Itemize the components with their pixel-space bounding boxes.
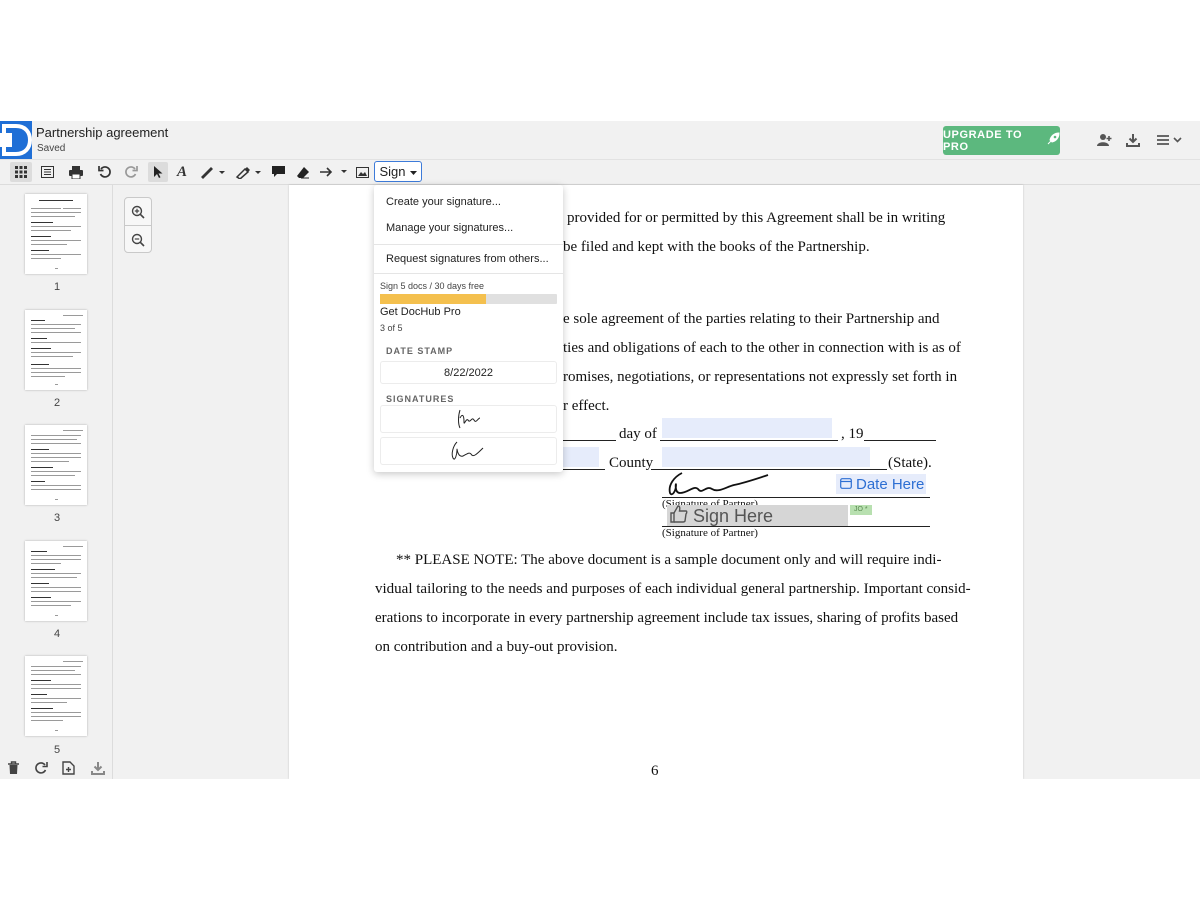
- doc-line: e sole agreement of the parties relating…: [563, 311, 940, 327]
- upgrade-to-pro-button[interactable]: UPGRADE TO PRO: [943, 126, 1060, 155]
- note-line: on contribution and a buy-out provision.: [375, 639, 618, 655]
- get-pro-link[interactable]: Get DocHub Pro: [380, 306, 461, 318]
- zoom-controls: [124, 197, 152, 253]
- arrow-icon[interactable]: [318, 162, 350, 182]
- menu-icon[interactable]: [1155, 131, 1185, 149]
- signatures-heading: SIGNATURES: [386, 394, 455, 404]
- download-icon[interactable]: [1124, 131, 1142, 149]
- toolbar: A Sign: [0, 160, 1200, 185]
- upgrade-label: UPGRADE TO PRO: [943, 128, 1023, 153]
- doc-year-prefix: , 19: [841, 426, 864, 442]
- thumbs-up-icon: [670, 504, 688, 528]
- eraser-icon[interactable]: [294, 162, 312, 182]
- sign-here-label: Sign Here: [693, 505, 774, 526]
- caret-down-icon: [409, 164, 417, 179]
- comment-icon[interactable]: [270, 162, 286, 182]
- page-number-label: 3: [53, 512, 61, 524]
- list-view-icon[interactable]: [38, 162, 56, 182]
- grid-view-icon[interactable]: [10, 162, 32, 182]
- sign-dropdown-menu: Create your signature... Manage your sig…: [374, 185, 563, 472]
- saved-signature-2[interactable]: [380, 437, 557, 465]
- page-number-label: 1: [53, 281, 61, 293]
- add-user-icon[interactable]: [1096, 131, 1114, 149]
- zoom-in-icon[interactable]: [125, 198, 151, 225]
- doc-state: (State).: [888, 455, 932, 471]
- add-page-icon[interactable]: [62, 761, 76, 775]
- header-bar: Partnership agreement Saved UPGRADE TO P…: [0, 121, 1200, 160]
- date-here-field[interactable]: Date Here: [836, 474, 926, 494]
- date-text-field[interactable]: [662, 418, 832, 438]
- document-page-number: 6: [651, 763, 659, 779]
- text-icon[interactable]: A: [174, 162, 190, 182]
- document-title[interactable]: Partnership agreement: [36, 125, 168, 140]
- calendar-icon: [840, 476, 852, 493]
- quota-text: Sign 5 docs / 30 days free: [380, 281, 485, 291]
- quota-progress-bar: [380, 294, 557, 304]
- date-stamp-heading: DATE STAMP: [386, 346, 454, 356]
- redo-icon[interactable]: [122, 162, 140, 182]
- doc-county: County: [609, 455, 654, 471]
- note-line: erations to incorporate in every partner…: [375, 610, 959, 626]
- page-thumbnail-2[interactable]: [25, 310, 87, 390]
- doc-line: romises, negotiations, or representation…: [563, 369, 958, 385]
- image-icon[interactable]: [354, 162, 370, 182]
- doc-line: ties and obligations of each to the othe…: [563, 340, 961, 356]
- save-status: Saved: [37, 143, 66, 154]
- page-number-label: 2: [53, 397, 61, 409]
- date-here-label: Date Here: [856, 475, 925, 493]
- print-icon[interactable]: [66, 162, 86, 182]
- menu-item-create-signature[interactable]: Create your signature...: [386, 196, 501, 208]
- doc-line: be filed and kept with the books of the …: [563, 239, 870, 255]
- app-window: Partnership agreement Saved UPGRADE TO P…: [0, 121, 1200, 779]
- docHub-logo-icon[interactable]: [0, 121, 33, 159]
- pen-icon[interactable]: [198, 162, 228, 182]
- sign-here-field[interactable]: Sign Here: [667, 504, 848, 528]
- quota-progress-fill: [380, 294, 487, 304]
- sign-dropdown-button[interactable]: Sign: [374, 161, 422, 182]
- date-stamp-button[interactable]: 8/22/2022: [380, 361, 557, 384]
- assignee-tag: JO *: [850, 505, 872, 515]
- doc-line: provided for or permitted by this Agreem…: [567, 210, 946, 226]
- menu-item-manage-signatures[interactable]: Manage your signatures...: [386, 222, 513, 234]
- undo-icon[interactable]: [96, 162, 114, 182]
- page-number-label: 5: [53, 744, 61, 756]
- rocket-icon: [1046, 132, 1060, 149]
- sign-label: Sign: [379, 164, 406, 179]
- page-number-label: 4: [53, 628, 61, 640]
- sidebar-footer: [0, 757, 112, 779]
- zoom-out-icon[interactable]: [125, 226, 151, 253]
- signature-of-partner-label: (Signature of Partner): [662, 527, 758, 539]
- date-stamp-value: 8/22/2022: [444, 366, 493, 379]
- state-text-field[interactable]: [662, 447, 870, 467]
- page-thumbnail-1[interactable]: [25, 194, 87, 274]
- highlighter-icon[interactable]: [234, 162, 264, 182]
- note-line: ** PLEASE NOTE: The above document is a …: [396, 552, 942, 568]
- page-thumbnails-sidebar: 1 2 3 4 5: [0, 185, 113, 779]
- saved-signature-1[interactable]: [380, 405, 557, 433]
- select-icon[interactable]: [148, 162, 168, 182]
- download-icon[interactable]: [91, 761, 105, 775]
- menu-item-request-signatures[interactable]: Request signatures from others...: [386, 253, 549, 265]
- doc-line: r effect.: [563, 398, 610, 414]
- doc-day-of: day of: [619, 426, 657, 442]
- note-line: vidual tailoring to the needs and purpos…: [375, 581, 971, 597]
- page-thumbnail-5[interactable]: [25, 656, 87, 736]
- rotate-icon[interactable]: [34, 761, 48, 775]
- quota-count: 3 of 5: [380, 323, 403, 333]
- page-thumbnail-4[interactable]: [25, 541, 87, 621]
- county-text-field[interactable]: [563, 447, 599, 467]
- page-thumbnail-3[interactable]: [25, 425, 87, 505]
- trash-icon[interactable]: [7, 761, 21, 775]
